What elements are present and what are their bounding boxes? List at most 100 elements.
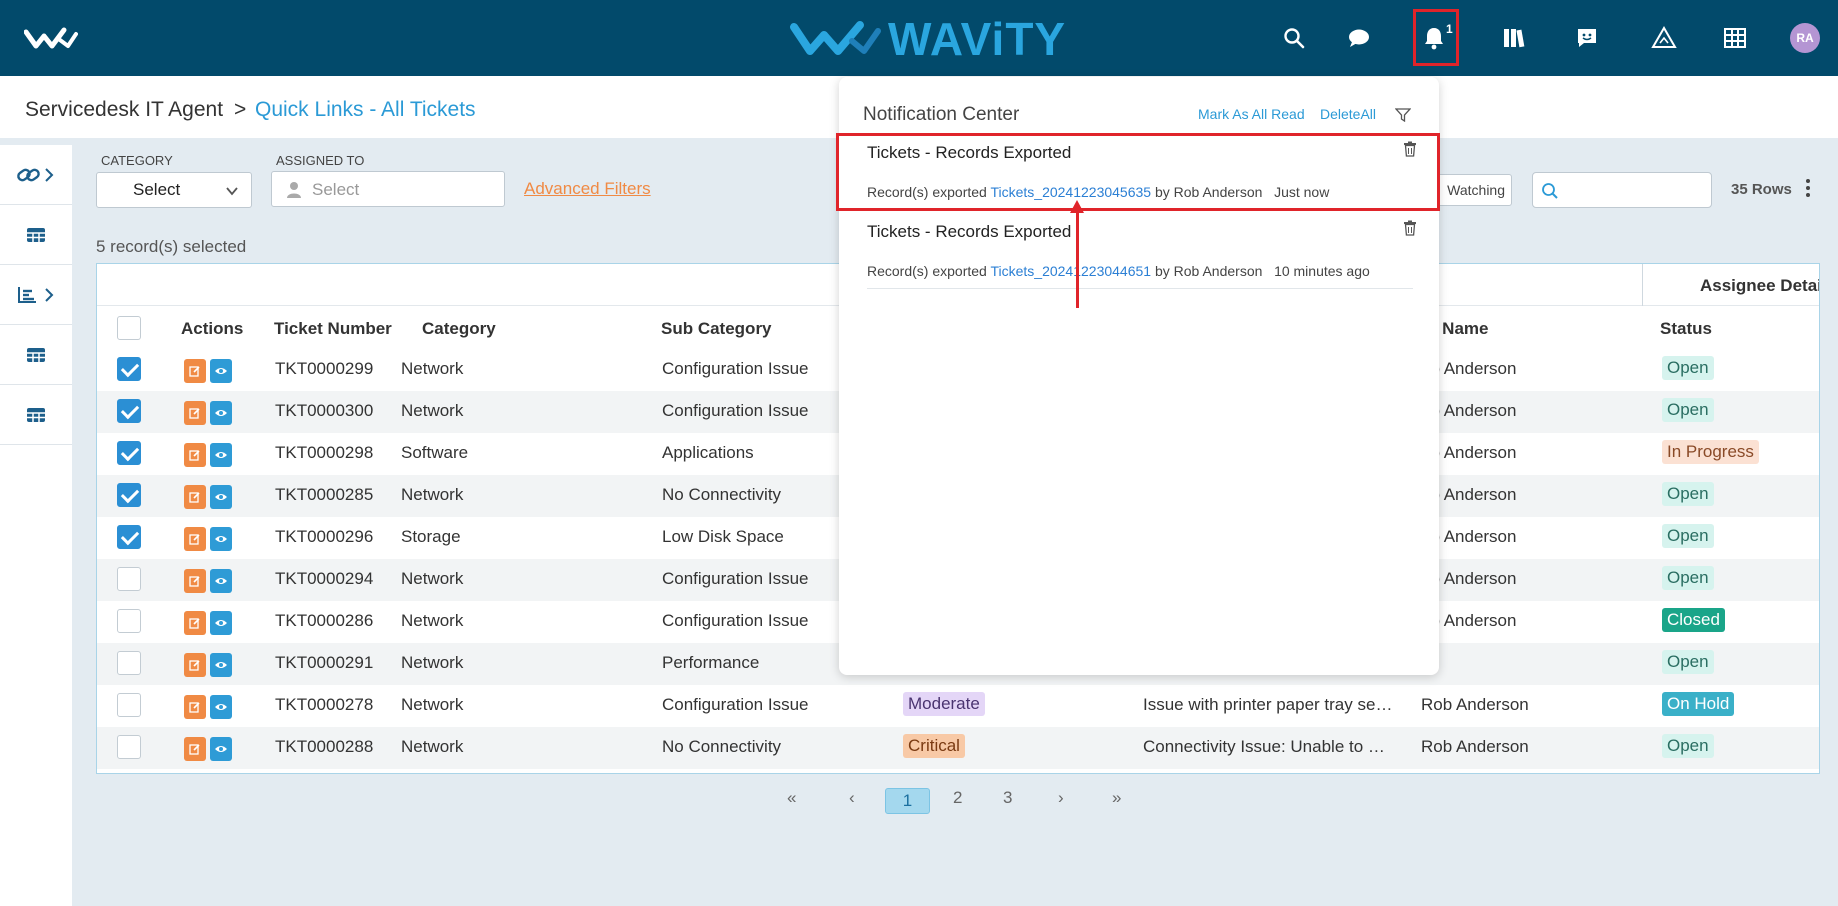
page-3-button[interactable]: 3 <box>1003 788 1012 808</box>
user-avatar[interactable]: RA <box>1790 23 1820 53</box>
row-checkbox[interactable] <box>117 651 141 675</box>
view-icon[interactable] <box>210 611 232 635</box>
edit-icon[interactable] <box>184 443 206 467</box>
row-checkbox[interactable] <box>117 357 141 381</box>
page-2-button[interactable]: 2 <box>953 788 962 808</box>
page-1-button[interactable]: 1 <box>885 788 930 814</box>
view-icon[interactable] <box>210 359 232 383</box>
header-category[interactable]: Category <box>422 319 496 339</box>
delete-all-link[interactable]: DeleteAll <box>1320 106 1376 122</box>
description-cell: Connectivity Issue: Unable to … <box>1143 737 1385 756</box>
edit-icon[interactable] <box>184 653 206 677</box>
edit-icon[interactable] <box>184 737 206 761</box>
search-input[interactable] <box>1532 172 1712 208</box>
rows-count[interactable]: 35 Rows <box>1731 181 1792 198</box>
bar-chart-icon <box>18 286 54 303</box>
edit-icon[interactable] <box>184 485 206 509</box>
advanced-filters-link[interactable]: Advanced Filters <box>524 179 651 199</box>
table-row[interactable]: TKT0000278 Network Configuration Issue Issu… <box>97 685 1819 727</box>
ticket-number-cell[interactable]: TKT0000300 <box>275 401 373 421</box>
category-cell: Software <box>401 443 469 462</box>
row-checkbox[interactable] <box>117 483 141 507</box>
mark-all-read-link[interactable]: Mark As All Read <box>1198 106 1305 122</box>
quick-links-menu[interactable] <box>0 145 72 205</box>
ticket-number-cell[interactable]: TKT0000298 <box>275 443 373 463</box>
view-icon[interactable] <box>210 485 232 509</box>
header-status[interactable]: Status <box>1660 319 1712 339</box>
table-menu-1[interactable] <box>0 205 72 265</box>
watching-button[interactable]: Watching <box>1430 174 1512 206</box>
view-icon[interactable] <box>210 443 232 467</box>
last-page-button[interactable]: » <box>1112 788 1121 808</box>
ticket-number-cell[interactable]: TKT0000291 <box>275 653 373 673</box>
row-checkbox[interactable] <box>117 693 141 717</box>
status-badge: Open <box>1662 356 1714 380</box>
category-cell: Network <box>401 653 464 672</box>
search-icon[interactable] <box>1280 24 1308 52</box>
prev-page-button[interactable]: ‹ <box>849 788 855 808</box>
library-icon[interactable] <box>1500 24 1528 52</box>
home-logo-icon[interactable] <box>23 26 78 52</box>
edit-icon[interactable] <box>184 527 206 551</box>
row-checkbox[interactable] <box>117 567 141 591</box>
next-page-button[interactable]: › <box>1058 788 1064 808</box>
view-icon[interactable] <box>210 569 232 593</box>
more-options-icon[interactable] <box>1802 176 1814 200</box>
full-name-cell: Rob Anderson <box>1421 695 1529 714</box>
ticket-number-cell[interactable]: TKT0000294 <box>275 569 373 589</box>
notification-2-file-link[interactable]: Tickets_20241223044651 <box>990 263 1151 279</box>
ticket-number-cell[interactable]: TKT0000299 <box>275 359 373 379</box>
sub-category-cell: Configuration Issue <box>662 359 809 378</box>
row-checkbox[interactable] <box>117 609 141 633</box>
ticket-number-cell[interactable]: TKT0000288 <box>275 737 373 757</box>
bell-icon[interactable] <box>1420 24 1448 52</box>
row-checkbox[interactable] <box>117 735 141 759</box>
breadcrumb-separator: > <box>234 98 247 121</box>
edit-icon[interactable] <box>184 611 206 635</box>
edit-icon[interactable] <box>184 359 206 383</box>
ticket-number-cell[interactable]: TKT0000278 <box>275 695 373 715</box>
assigned-to-select[interactable]: Select <box>271 171 505 207</box>
edit-icon[interactable] <box>184 695 206 719</box>
edit-icon[interactable] <box>184 569 206 593</box>
row-checkbox[interactable] <box>117 441 141 465</box>
ticket-number-cell[interactable]: TKT0000286 <box>275 611 373 631</box>
breadcrumb-current[interactable]: Quick Links - All Tickets <box>255 98 476 122</box>
first-page-button[interactable]: « <box>787 788 796 808</box>
ticket-number-cell[interactable]: TKT0000285 <box>275 485 373 505</box>
view-icon[interactable] <box>210 737 232 761</box>
row-checkbox[interactable] <box>117 525 141 549</box>
grid-icon[interactable] <box>1721 24 1749 52</box>
category-cell: Network <box>401 737 464 756</box>
trash-icon[interactable] <box>1403 220 1417 241</box>
view-icon[interactable] <box>210 653 232 677</box>
chat-icon[interactable] <box>1345 24 1373 52</box>
alert-triangle-icon[interactable] <box>1650 24 1678 52</box>
chevron-down-icon <box>225 183 239 203</box>
notification-2-by: by Rob Anderson <box>1154 263 1263 279</box>
feedback-icon[interactable] <box>1573 24 1601 52</box>
select-all-checkbox[interactable] <box>117 316 141 340</box>
category-select[interactable]: Select <box>96 172 252 208</box>
assigned-to-label: ASSIGNED TO <box>276 153 365 168</box>
reports-menu[interactable] <box>0 265 72 325</box>
table-row[interactable]: TKT0000288 Network No Connectivity Connecti… <box>97 727 1819 769</box>
sub-category-cell: Configuration Issue <box>662 401 809 420</box>
view-icon[interactable] <box>210 401 232 425</box>
filter-icon[interactable] <box>1394 108 1412 127</box>
category-cell: Network <box>401 611 464 630</box>
sub-category-cell: Performance <box>662 653 760 672</box>
table-menu-3[interactable] <box>0 385 72 445</box>
view-icon[interactable] <box>210 695 232 719</box>
header-ticket-number[interactable]: Ticket Number <box>274 319 392 339</box>
edit-icon[interactable] <box>184 401 206 425</box>
table-menu-2[interactable] <box>0 325 72 385</box>
header-sub-category[interactable]: Sub Category <box>661 319 772 339</box>
sub-category-cell: No Connectivity <box>662 485 782 504</box>
breadcrumb-root[interactable]: Servicedesk IT Agent <box>25 98 223 122</box>
priority-badge: Critical <box>903 734 965 758</box>
sub-category-cell: Low Disk Space <box>662 527 784 546</box>
ticket-number-cell[interactable]: TKT0000296 <box>275 527 373 547</box>
view-icon[interactable] <box>210 527 232 551</box>
row-checkbox[interactable] <box>117 399 141 423</box>
